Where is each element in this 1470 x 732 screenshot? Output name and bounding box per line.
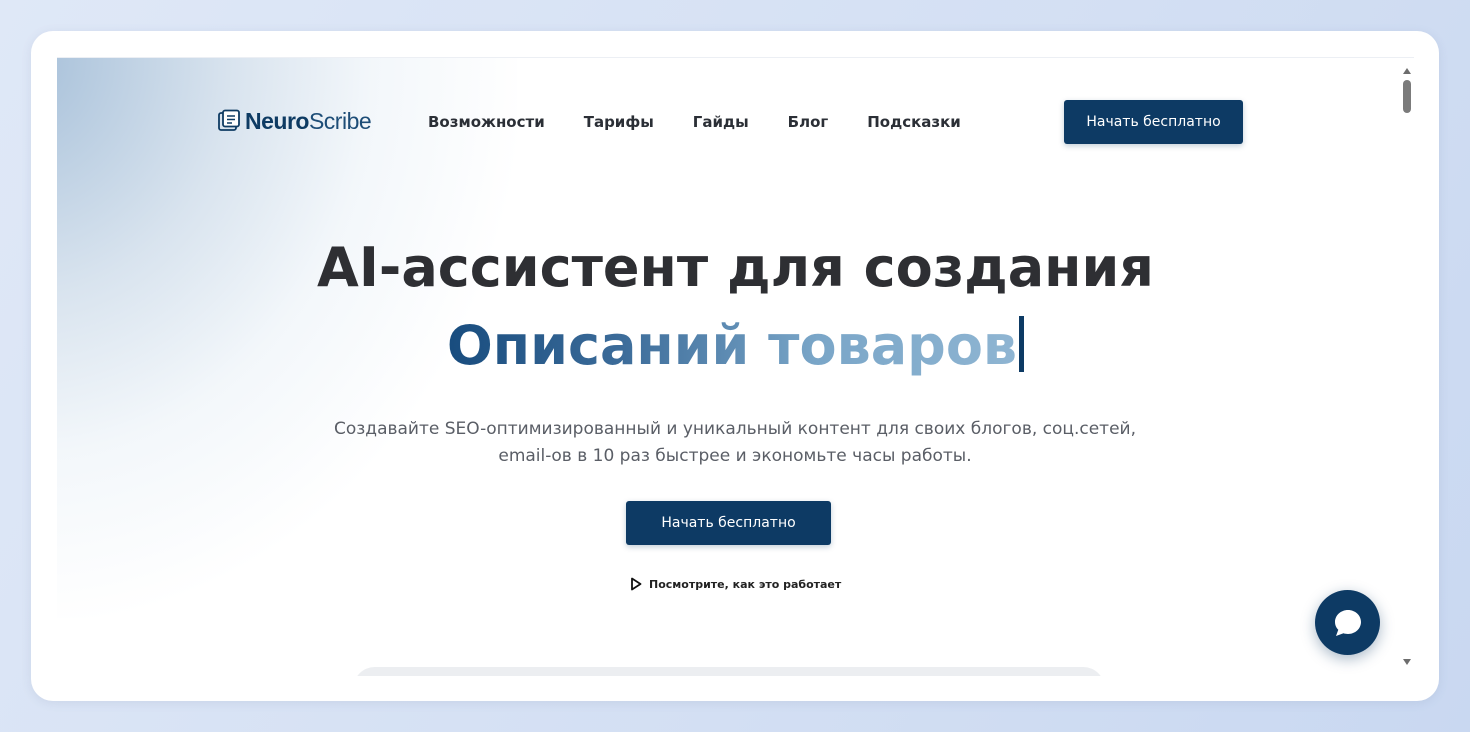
- hero-subtitle-line2: email-ов в 10 раз быстрее и экономьте ча…: [498, 446, 972, 466]
- watch-demo-link[interactable]: Посмотрите, как это работает: [630, 577, 841, 591]
- brand-name-bold: Neuro: [245, 108, 309, 134]
- hero-start-free-button[interactable]: Начать бесплатно: [626, 501, 831, 545]
- brand-name-light: Scribe: [308, 108, 372, 134]
- preview-panel-edge: [353, 667, 1105, 676]
- nav-link-guides[interactable]: Гайды: [693, 112, 749, 132]
- chat-widget-button[interactable]: [1315, 590, 1380, 655]
- hero-subtitle-line1: Создавайте SEO-оптимизированный и уникал…: [334, 419, 1136, 439]
- hero-typed-line: Описаний товаров: [57, 316, 1414, 376]
- nav-link-tips[interactable]: Подсказки: [867, 112, 961, 132]
- watch-demo-label: Посмотрите, как это работает: [649, 577, 842, 591]
- typing-caret: [1019, 316, 1025, 372]
- navbar: NeuroScribe Возможности Тарифы Гайды Бло…: [57, 58, 1414, 188]
- scroll-up-arrow-icon[interactable]: [1403, 68, 1411, 74]
- nav-link-blog[interactable]: Блог: [788, 112, 829, 132]
- page-viewport: NeuroScribe Возможности Тарифы Гайды Бло…: [57, 57, 1414, 676]
- brand-logo[interactable]: NeuroScribe: [217, 108, 372, 134]
- nav-link-features[interactable]: Возможности: [428, 112, 545, 132]
- nav-start-free-button[interactable]: Начать бесплатно: [1064, 100, 1243, 144]
- chat-bubble-icon: [1334, 609, 1361, 636]
- play-icon: [631, 577, 642, 591]
- brand-name: NeuroScribe: [245, 108, 372, 134]
- hero-typed-text: Описаний товаров: [446, 314, 1018, 377]
- scroll-thumb[interactable]: [1403, 80, 1411, 113]
- browser-card: NeuroScribe Возможности Тарифы Гайды Бло…: [31, 31, 1439, 701]
- scroll-down-arrow-icon[interactable]: [1403, 659, 1411, 665]
- hero-subtitle: Создавайте SEO-оптимизированный и уникал…: [285, 416, 1185, 470]
- hero-title: AI-ассистент для создания: [317, 236, 1154, 299]
- nav-link-pricing[interactable]: Тарифы: [584, 112, 654, 132]
- scrollbar[interactable]: [1400, 61, 1414, 675]
- document-stack-icon: [218, 109, 240, 131]
- nav-links: Возможности Тарифы Гайды Блог Подсказки: [428, 112, 1000, 132]
